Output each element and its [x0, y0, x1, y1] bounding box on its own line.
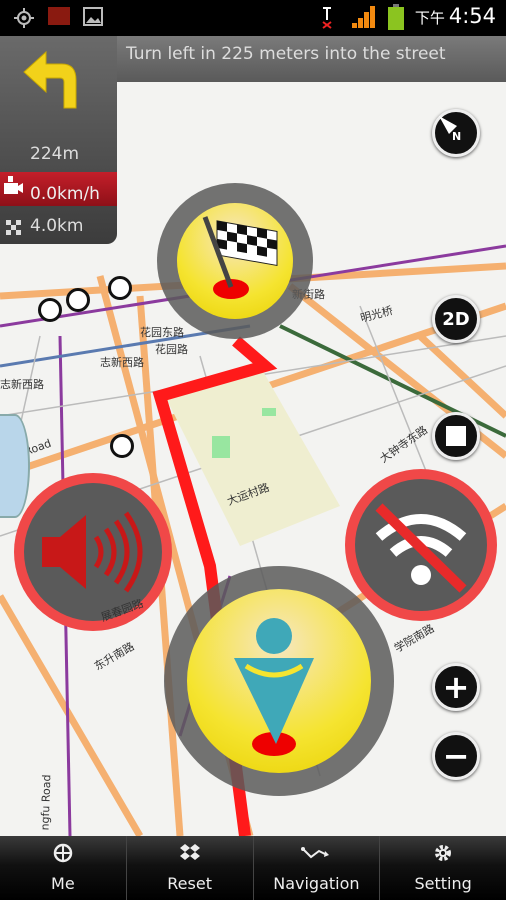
- map-label: 志新西路: [100, 356, 144, 369]
- signal-icon: [352, 6, 375, 28]
- person-pin-icon: [234, 618, 314, 756]
- poi-football-icon[interactable]: [110, 434, 134, 458]
- poi-football-icon[interactable]: [38, 298, 62, 322]
- status-bar: 下午 4:54: [0, 0, 506, 36]
- poi-football-icon[interactable]: [66, 288, 90, 312]
- stop-button[interactable]: [432, 412, 480, 460]
- remaining-distance: 4.0km: [30, 216, 84, 236]
- zoom-in-button[interactable]: +: [432, 663, 480, 711]
- navigation-button[interactable]: Navigation: [254, 836, 381, 900]
- checkered-flag-icon: [202, 216, 278, 299]
- speaker-icon: [42, 511, 143, 593]
- route-icon: [301, 847, 330, 859]
- crosshair-icon: [53, 843, 73, 863]
- flag-notification-icon: [48, 7, 70, 25]
- navigation-info-panel: 224m 0.0km/h 4.0km: [0, 36, 117, 244]
- dropbox-icon: [179, 844, 200, 860]
- poi-football-icon[interactable]: [108, 276, 132, 300]
- gear-icon: [435, 845, 452, 861]
- map-label: ngfu Road: [38, 774, 54, 831]
- me-button[interactable]: Me: [0, 836, 127, 900]
- gps-icon: [14, 8, 34, 28]
- 2d-toggle-button[interactable]: 2D: [432, 295, 480, 343]
- compass-north-icon: N: [439, 116, 461, 142]
- compass-button[interactable]: N: [432, 109, 480, 157]
- destination-marker[interactable]: [157, 183, 313, 339]
- image-icon: [83, 7, 103, 26]
- bottom-toolbar: Me Reset Navigation Setting: [0, 836, 506, 900]
- zoom-out-button[interactable]: −: [432, 732, 480, 780]
- svg-text:N: N: [452, 130, 461, 142]
- map-label: 花园路: [155, 343, 188, 356]
- battery-icon: [388, 4, 404, 30]
- turn-distance: 224m: [30, 144, 80, 164]
- wifi-off-button[interactable]: [345, 469, 497, 621]
- sound-button[interactable]: [14, 473, 172, 631]
- speed-readout: 0.0km/h: [0, 172, 117, 206]
- checkered-flag-small-icon: [6, 220, 21, 235]
- turn-instruction: Turn left in 225 meters into the street: [126, 44, 446, 64]
- side-handle[interactable]: [0, 414, 30, 518]
- setting-button[interactable]: Setting: [380, 836, 506, 900]
- wifi-off-icon: [375, 503, 467, 593]
- map-label: 花园东路: [140, 326, 184, 339]
- turn-left-arrow-icon: [23, 50, 77, 109]
- camera-icon: [4, 176, 23, 194]
- no-signal-antenna-icon: [322, 7, 332, 29]
- my-location-marker[interactable]: [164, 566, 394, 796]
- reset-button[interactable]: Reset: [127, 836, 254, 900]
- map-label: 志新西路: [0, 378, 44, 391]
- stop-icon: [446, 426, 466, 446]
- clock: 下午 4:54: [414, 4, 496, 28]
